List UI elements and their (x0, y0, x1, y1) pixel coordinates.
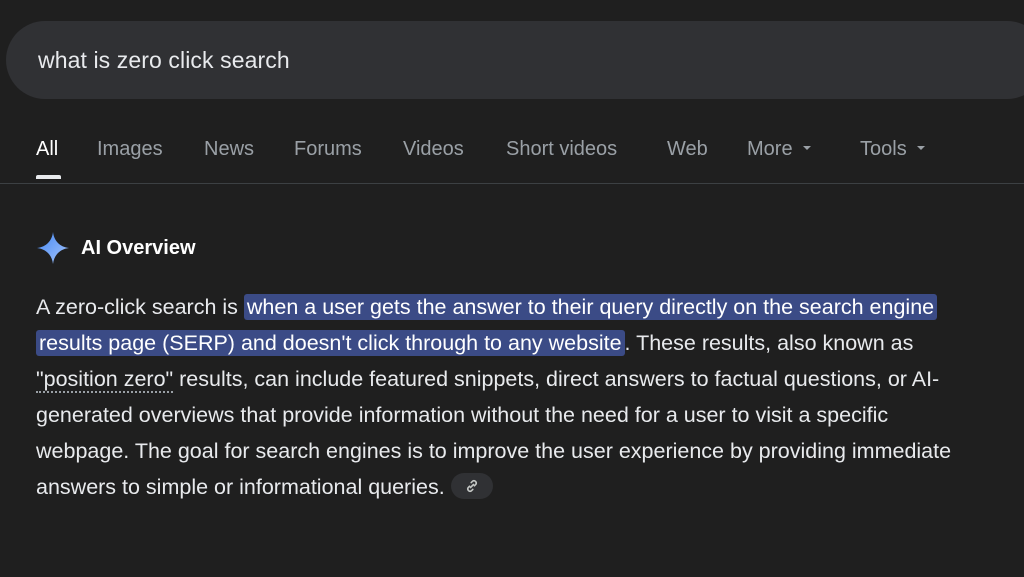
ai-overview-title: AI Overview (81, 236, 196, 259)
ai-overview-text: A zero-click search is when a user gets … (36, 289, 986, 505)
tab-all[interactable]: All (36, 138, 58, 161)
search-tabs: All Images News Forums Videos Short vide… (0, 128, 1024, 184)
sparkle-icon (37, 232, 69, 264)
position-zero-term[interactable]: "position zero" (36, 367, 174, 393)
tab-more[interactable]: More (747, 138, 811, 161)
active-tab-indicator (36, 175, 61, 179)
tab-tools-label: Tools (860, 138, 907, 160)
tab-forums[interactable]: Forums (294, 138, 362, 161)
ai-overview-header: AI Overview (36, 230, 196, 266)
tab-images[interactable]: Images (97, 138, 163, 161)
tab-videos[interactable]: Videos (403, 138, 464, 161)
source-link-button[interactable] (450, 473, 493, 500)
tab-tools[interactable]: Tools (860, 138, 925, 161)
link-icon (466, 480, 477, 493)
tab-short-videos[interactable]: Short videos (506, 138, 617, 161)
caret-down-icon (916, 145, 925, 150)
overview-intro: A zero-click search is (36, 295, 244, 319)
tab-web[interactable]: Web (667, 138, 708, 161)
overview-rest: results, can include featured snippets, … (36, 367, 952, 499)
search-query[interactable]: what is zero click search (38, 47, 290, 74)
caret-down-icon (802, 145, 811, 150)
tab-more-label: More (747, 138, 793, 160)
overview-after-highlight: . These results, also known as (624, 331, 914, 355)
tab-news[interactable]: News (204, 138, 254, 161)
search-bar[interactable]: what is zero click search (6, 21, 1024, 99)
search-results-page: what is zero click search All Images New… (0, 0, 1024, 577)
